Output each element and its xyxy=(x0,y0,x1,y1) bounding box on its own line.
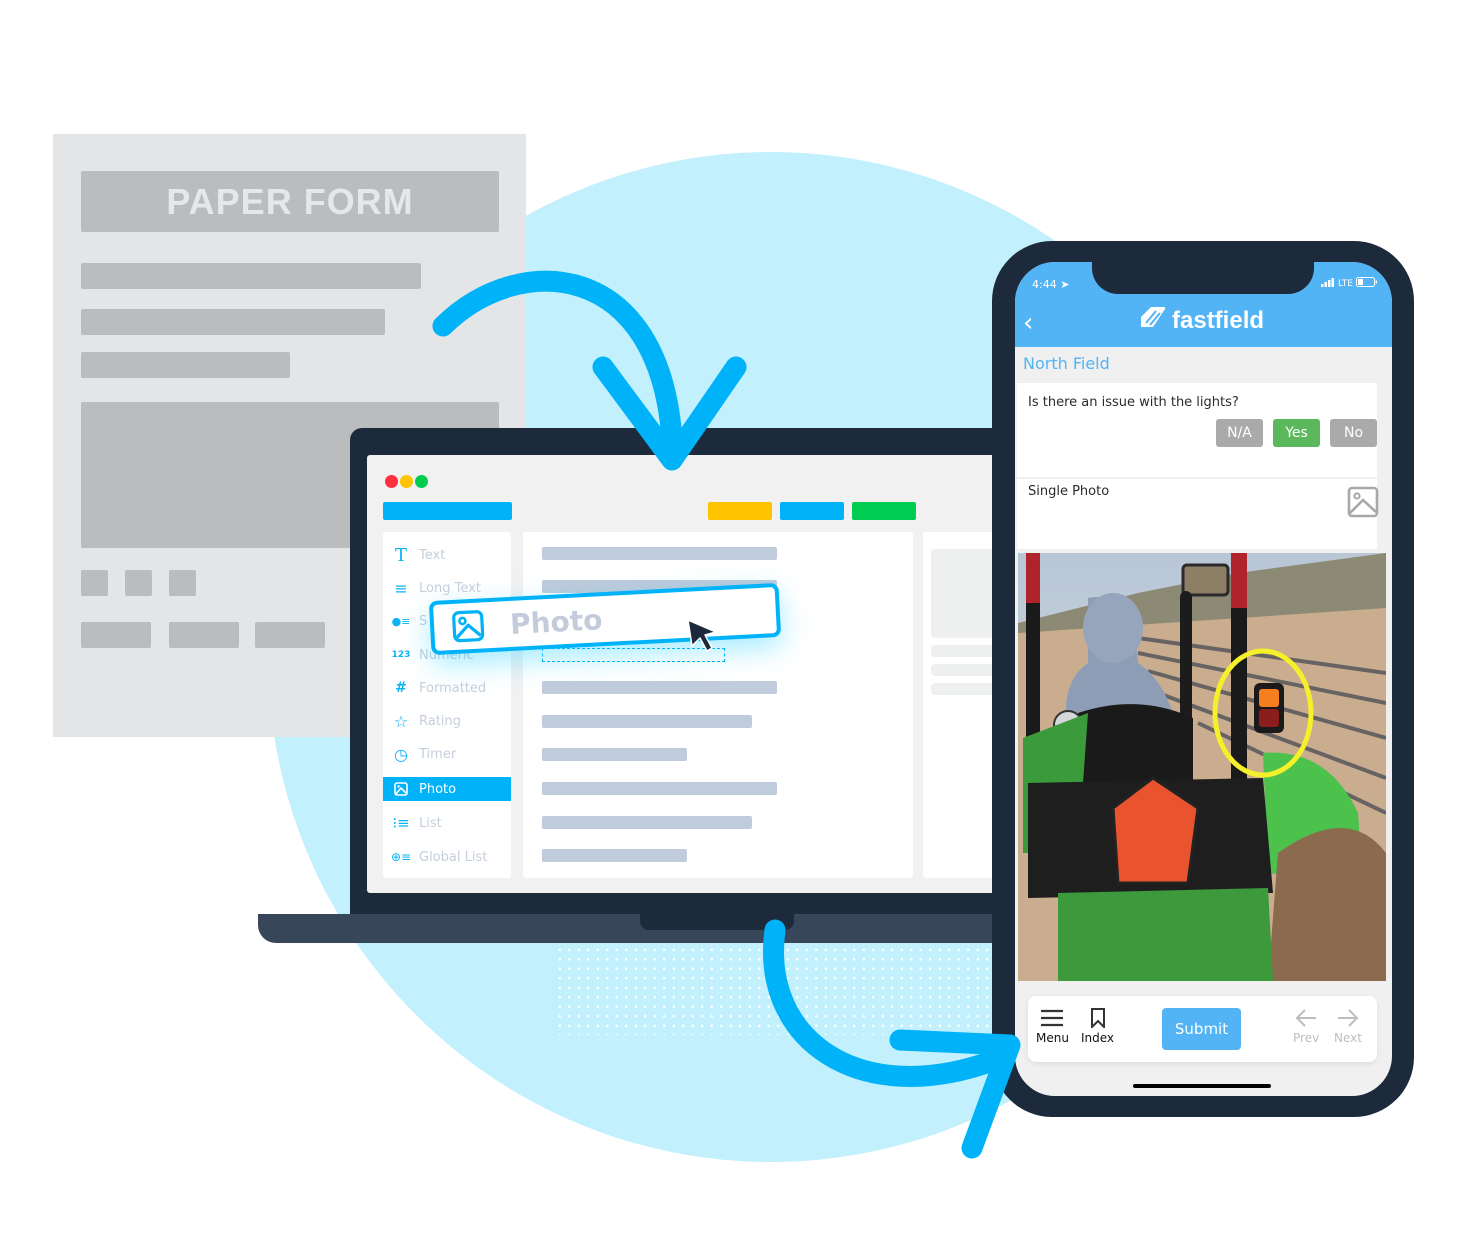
text-t-icon: T xyxy=(394,544,407,566)
brand-name: fastfield xyxy=(1172,306,1265,334)
form-field-placeholder[interactable] xyxy=(542,782,777,795)
window-minimize-button[interactable] xyxy=(400,475,413,488)
laptop-base xyxy=(258,914,1010,943)
paper-form-title: PAPER FORM xyxy=(166,180,414,222)
sidebar-item-formatted[interactable]: # Formatted xyxy=(383,676,511,700)
menu-button[interactable]: Menu xyxy=(1036,1008,1069,1045)
paper-button xyxy=(81,622,151,648)
next-button[interactable]: Next xyxy=(1334,1008,1362,1045)
form-field-placeholder[interactable] xyxy=(542,715,752,728)
phone-screen: 4:44 ➤ LTE ‹ fastfield North Field Is th… xyxy=(1015,262,1392,1096)
home-indicator xyxy=(1133,1084,1271,1088)
select-list-icon: ●≡ xyxy=(391,614,411,628)
form-field-placeholder[interactable] xyxy=(542,748,687,761)
form-field-placeholder[interactable] xyxy=(542,547,777,560)
add-photo-icon[interactable] xyxy=(1347,486,1379,522)
toolbar-button-green[interactable] xyxy=(852,502,916,520)
form-field-placeholder[interactable] xyxy=(542,849,687,862)
global-list-icon: ⊕≡ xyxy=(390,850,412,864)
option-na-button[interactable]: N/A xyxy=(1216,419,1263,447)
paper-checkbox xyxy=(125,570,152,596)
sidebar-item-long-text[interactable]: ≡ Long Text xyxy=(383,576,511,600)
star-icon: ☆ xyxy=(393,711,409,731)
prev-button[interactable]: Prev xyxy=(1293,1008,1319,1045)
form-canvas[interactable] xyxy=(523,532,913,878)
numeric-123-icon: 123 xyxy=(391,650,411,660)
submit-button[interactable]: Submit xyxy=(1162,1008,1241,1050)
paper-line xyxy=(81,309,385,335)
menu-label: Menu xyxy=(1036,1031,1069,1045)
hash-icon: # xyxy=(395,680,407,696)
sidebar-item-global-list[interactable]: ⊕≡ Global List xyxy=(383,845,511,869)
question-text: Is there an issue with the lights? xyxy=(1028,395,1239,410)
section-title: North Field xyxy=(1023,354,1110,373)
back-chevron-icon[interactable]: ‹ xyxy=(1023,310,1033,336)
toolbar-button-yellow[interactable] xyxy=(708,502,772,520)
long-text-icon: ≡ xyxy=(394,578,408,598)
paper-checkbox xyxy=(81,570,108,596)
photo-field-card: Single Photo xyxy=(1017,479,1379,549)
arrow-left-icon xyxy=(1295,1008,1317,1031)
field-palette-sidebar: T Text ≡ Long Text ●≡ S 123 Numeric # Fo… xyxy=(383,532,511,878)
network-type: LTE xyxy=(1338,278,1353,289)
mouse-cursor-icon xyxy=(686,618,722,658)
sidebar-item-list[interactable]: ⁝≡ List xyxy=(383,811,511,835)
signal-icon xyxy=(1321,277,1335,290)
question-card: Is there an issue with the lights? N/A Y… xyxy=(1017,383,1377,477)
window-close-button[interactable] xyxy=(385,475,398,488)
form-name-bar[interactable] xyxy=(383,502,512,520)
hamburger-menu-icon xyxy=(1040,1008,1064,1031)
sidebar-item-photo[interactable]: Photo xyxy=(383,777,511,801)
arrow-right-icon xyxy=(1337,1008,1359,1031)
option-yes-button[interactable]: Yes xyxy=(1273,419,1320,447)
paper-line xyxy=(81,263,421,289)
location-arrow-icon: ➤ xyxy=(1060,278,1070,291)
prev-label: Prev xyxy=(1293,1031,1320,1045)
status-time: 4:44 ➤ xyxy=(1032,278,1069,291)
index-label: Index xyxy=(1081,1031,1115,1045)
index-button[interactable]: Index xyxy=(1081,1008,1114,1045)
list-icon: ⁝≡ xyxy=(392,814,410,832)
paper-button xyxy=(255,622,325,648)
bookmark-icon xyxy=(1088,1008,1108,1031)
timer-icon: ◷ xyxy=(394,744,408,764)
option-no-button[interactable]: No xyxy=(1330,419,1377,447)
battery-icon xyxy=(1356,277,1378,290)
sidebar-item-rating[interactable]: ☆ Rating xyxy=(383,709,511,733)
dot-pattern xyxy=(555,945,1005,1035)
paper-form-title-bar: PAPER FORM xyxy=(81,171,499,232)
next-label: Next xyxy=(1334,1031,1362,1045)
toolbar-button-blue[interactable] xyxy=(780,502,844,520)
sidebar-item-timer[interactable]: ◷ Timer xyxy=(383,742,511,766)
laptop-notch xyxy=(640,914,794,930)
form-field-placeholder[interactable] xyxy=(542,681,777,694)
photo-field-label: Single Photo xyxy=(1028,484,1110,499)
bottom-toolbar: Menu Index Submit Prev Next xyxy=(1028,996,1377,1062)
image-icon xyxy=(383,782,419,796)
form-field-placeholder[interactable] xyxy=(542,816,752,829)
tractor-photo[interactable] xyxy=(1018,553,1386,981)
status-time-text: 4:44 xyxy=(1032,278,1057,291)
paper-checkbox xyxy=(169,570,196,596)
paper-line xyxy=(81,352,290,378)
phone-notch xyxy=(1092,262,1314,294)
image-icon xyxy=(451,609,485,643)
fastfield-logo-icon xyxy=(1140,306,1166,335)
paper-button xyxy=(169,622,239,648)
status-indicators: LTE xyxy=(1321,277,1378,290)
laptop-screen: T Text ≡ Long Text ●≡ S 123 Numeric # Fo… xyxy=(367,455,1010,893)
sidebar-item-text[interactable]: T Text xyxy=(383,543,511,567)
window-maximize-button[interactable] xyxy=(415,475,428,488)
fastfield-logo: fastfield xyxy=(1140,306,1264,335)
